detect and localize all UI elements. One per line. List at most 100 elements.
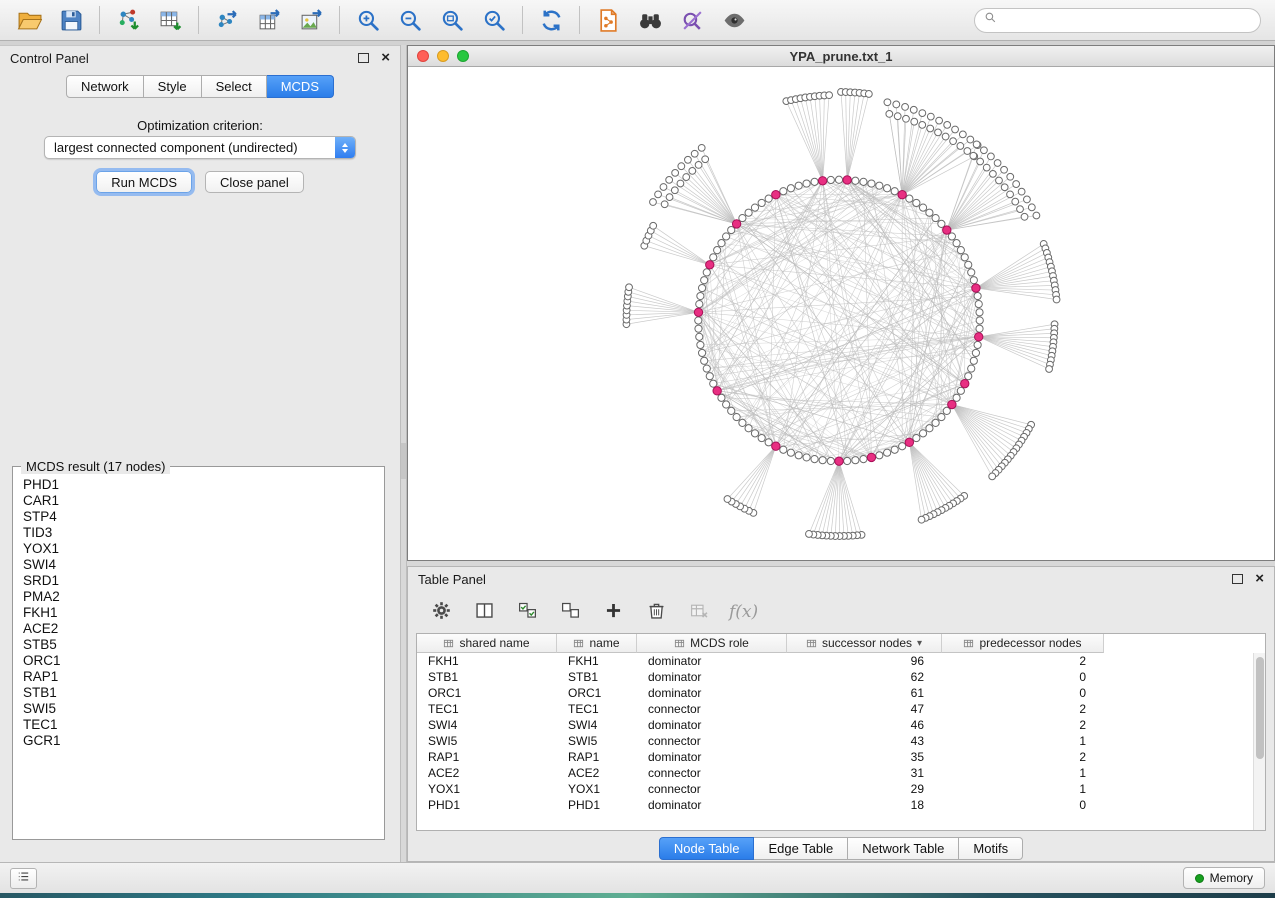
- mcds-dominator-node[interactable]: [867, 453, 875, 461]
- leaf-node[interactable]: [1028, 204, 1035, 211]
- mcds-dominator-node[interactable]: [943, 226, 951, 234]
- leaf-node[interactable]: [671, 187, 678, 194]
- leaf-node[interactable]: [1007, 173, 1014, 180]
- leaf-node[interactable]: [918, 516, 925, 523]
- network-node[interactable]: [710, 380, 717, 387]
- network-node[interactable]: [913, 434, 920, 441]
- network-node[interactable]: [811, 178, 818, 185]
- network-node[interactable]: [965, 373, 972, 380]
- network-node[interactable]: [891, 446, 898, 453]
- leaf-node[interactable]: [683, 174, 690, 181]
- leaf-node[interactable]: [983, 164, 990, 171]
- network-node[interactable]: [868, 180, 875, 187]
- float-panel-icon[interactable]: [358, 53, 369, 63]
- mcds-result-item[interactable]: ACE2: [15, 621, 382, 637]
- mcds-result-item[interactable]: FKH1: [15, 605, 382, 621]
- table-row[interactable]: SWI4SWI4dominator462: [417, 717, 1265, 733]
- leaf-node[interactable]: [685, 156, 692, 163]
- network-node[interactable]: [899, 443, 906, 450]
- mcds-dominator-node[interactable]: [975, 333, 983, 341]
- table-row[interactable]: STB1STB1dominator620: [417, 669, 1265, 685]
- leaf-node[interactable]: [989, 170, 996, 177]
- leaf-node[interactable]: [989, 473, 996, 480]
- network-node[interactable]: [701, 357, 708, 364]
- table-row[interactable]: ACE2ACE2connector311: [417, 765, 1265, 781]
- network-node[interactable]: [976, 309, 983, 316]
- network-node[interactable]: [827, 176, 834, 183]
- network-node[interactable]: [965, 261, 972, 268]
- mcds-result-item[interactable]: SWI4: [15, 557, 382, 573]
- mcds-dominator-node[interactable]: [713, 387, 721, 395]
- mcds-dominator-node[interactable]: [694, 308, 702, 316]
- column-header-mcds-role[interactable]: MCDS role: [637, 634, 787, 653]
- mcds-result-item[interactable]: STP4: [15, 509, 382, 525]
- leaf-node[interactable]: [702, 156, 709, 163]
- leaf-node[interactable]: [919, 121, 926, 128]
- leaf-node[interactable]: [894, 113, 901, 120]
- leaf-node[interactable]: [1046, 366, 1053, 373]
- network-node[interactable]: [852, 457, 859, 464]
- mcds-result-item[interactable]: PHD1: [15, 477, 382, 493]
- tab-node-table[interactable]: Node Table: [659, 837, 755, 860]
- leaf-node[interactable]: [678, 163, 685, 170]
- leaf-node[interactable]: [666, 176, 673, 183]
- import-table-button[interactable]: [149, 3, 191, 37]
- leaf-node[interactable]: [967, 136, 974, 143]
- analyzer-button[interactable]: [671, 3, 713, 37]
- delete-column-button[interactable]: [641, 597, 671, 627]
- zoom-in-button[interactable]: [347, 3, 389, 37]
- network-node[interactable]: [953, 240, 960, 247]
- zoom-out-button[interactable]: [389, 3, 431, 37]
- leaf-node[interactable]: [957, 143, 964, 150]
- window-close-button[interactable]: [417, 50, 429, 62]
- network-node[interactable]: [695, 317, 702, 324]
- leaf-node[interactable]: [650, 222, 657, 229]
- export-table-button[interactable]: [248, 3, 290, 37]
- network-node[interactable]: [811, 456, 818, 463]
- network-node[interactable]: [957, 387, 964, 394]
- network-node[interactable]: [698, 284, 705, 291]
- network-node[interactable]: [835, 176, 842, 183]
- leaf-node[interactable]: [927, 113, 934, 120]
- table-row[interactable]: TEC1TEC1connector472: [417, 701, 1265, 717]
- network-node[interactable]: [718, 394, 725, 401]
- network-node[interactable]: [787, 449, 794, 456]
- network-node[interactable]: [701, 277, 708, 284]
- save-button[interactable]: [50, 3, 92, 37]
- network-node[interactable]: [723, 401, 730, 408]
- network-node[interactable]: [860, 178, 867, 185]
- mcds-dominator-node[interactable]: [961, 379, 969, 387]
- leaf-node[interactable]: [695, 162, 702, 169]
- table-row[interactable]: ORC1ORC1dominator610: [417, 685, 1265, 701]
- network-node[interactable]: [697, 292, 704, 299]
- mcds-dominator-node[interactable]: [732, 220, 740, 228]
- network-node[interactable]: [968, 269, 975, 276]
- network-node[interactable]: [696, 301, 703, 308]
- leaf-node[interactable]: [884, 99, 891, 106]
- leaf-node[interactable]: [666, 194, 673, 201]
- zoom-selected-button[interactable]: [473, 3, 515, 37]
- network-node[interactable]: [710, 254, 717, 261]
- network-node[interactable]: [714, 247, 721, 254]
- mcds-dominator-node[interactable]: [972, 284, 980, 292]
- network-node[interactable]: [968, 365, 975, 372]
- leaf-node[interactable]: [677, 180, 684, 187]
- network-node[interactable]: [932, 419, 939, 426]
- panel-list-button[interactable]: [10, 868, 37, 889]
- column-header-predecessor-nodes[interactable]: predecessor nodes: [942, 634, 1104, 653]
- leaf-node[interactable]: [919, 110, 926, 117]
- network-node[interactable]: [733, 413, 740, 420]
- network-node[interactable]: [926, 425, 933, 432]
- tab-edge-table[interactable]: Edge Table: [754, 837, 848, 860]
- leaf-node[interactable]: [981, 147, 988, 154]
- leaf-node[interactable]: [626, 284, 633, 291]
- leaf-node[interactable]: [1018, 188, 1025, 195]
- window-zoom-button[interactable]: [457, 50, 469, 62]
- column-header-shared-name[interactable]: shared name: [417, 634, 557, 653]
- leaf-node[interactable]: [661, 201, 668, 208]
- leaf-node[interactable]: [660, 184, 667, 191]
- leaf-node[interactable]: [1021, 213, 1028, 220]
- network-node[interactable]: [938, 413, 945, 420]
- tab-motifs[interactable]: Motifs: [959, 837, 1023, 860]
- mcds-result-item[interactable]: TID3: [15, 525, 382, 541]
